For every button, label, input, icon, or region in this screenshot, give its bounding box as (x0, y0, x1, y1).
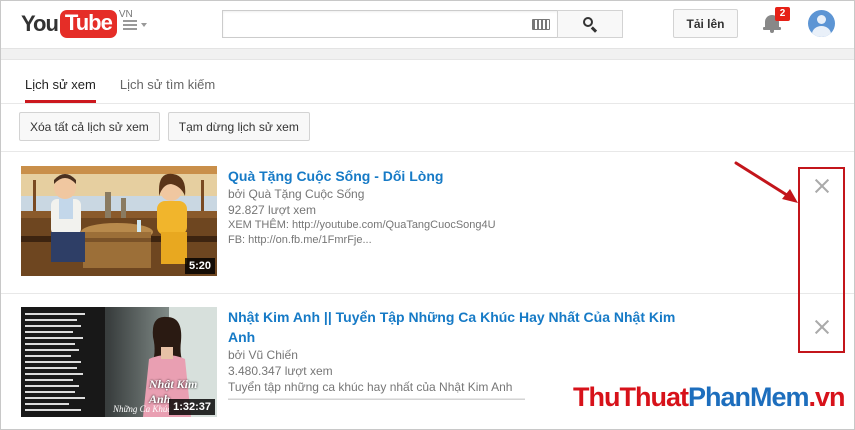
video-title[interactable]: Quà Tặng Cuộc Sống - Dối Lòng (228, 166, 698, 186)
video-duration: 5:20 (184, 258, 215, 274)
tabs-divider (1, 103, 854, 104)
history-tabs: Lịch sử xem Lịch sử tìm kiếm (25, 60, 239, 103)
video-views: 92.827 lượt xem (228, 203, 316, 217)
history-actions: Xóa tất cả lịch sử xem Tạm dừng lịch sử … (19, 112, 318, 141)
watermark-part: .vn (808, 382, 846, 412)
logo-you-text: You (21, 11, 59, 36)
video-channel[interactable]: bởi Quà Tặng Cuộc Sống (228, 186, 698, 202)
annotation-highlight-box (798, 167, 845, 353)
browser-frame: You Tube VN Tải lên 2 Lịch sử xem Lịch s… (0, 0, 855, 430)
video-channel[interactable]: bởi Vũ Chiến (228, 347, 698, 363)
video-thumbnail[interactable]: 5:20 (21, 166, 217, 276)
video-description-line: XEM THÊM: http://youtube.com/QuaTangCuoc… (228, 219, 496, 231)
search-icon (583, 17, 598, 33)
tab-watch-history[interactable]: Lịch sử xem (25, 60, 96, 103)
logo-tube-text: Tube (59, 10, 117, 38)
avatar[interactable] (808, 10, 835, 37)
guide-menu-button[interactable] (123, 16, 149, 34)
search-input[interactable] (223, 11, 523, 37)
caret-down-icon (141, 23, 147, 27)
thumbnail-subcaption: Những Ca Khúc (113, 404, 172, 414)
video-description-line: ——————————————————————————— (228, 395, 525, 405)
watermark: ThuThuatPhanMem.vn (573, 382, 846, 413)
watermark-part: PhanMem (687, 382, 810, 412)
video-meta: Quà Tặng Cuộc Sống - Dối Lòng bởi Quà Tặ… (228, 166, 698, 248)
tab-search-history[interactable]: Lịch sử tìm kiếm (120, 60, 215, 103)
video-duration: 1:32:37 (169, 399, 215, 415)
video-views: 3.480.347 lượt xem (228, 364, 333, 378)
watermark-part: ThuThuat (573, 382, 689, 412)
video-description-line: FB: http://on.fb.me/1FmrFje... (228, 234, 372, 246)
video-title[interactable]: Nhật Kim Anh || Tuyển Tập Những Ca Khúc … (228, 307, 698, 347)
video-thumbnail[interactable]: Nhật Kim Anh Những Ca Khúc 1:32:37 (21, 307, 217, 417)
notification-badge: 2 (775, 7, 790, 21)
actions-divider (1, 151, 854, 152)
hamburger-icon (123, 18, 137, 32)
clear-all-history-button[interactable]: Xóa tất cả lịch sử xem (19, 112, 160, 141)
youtube-logo[interactable]: You Tube VN (21, 9, 133, 38)
search-button[interactable] (557, 10, 623, 38)
search-box (222, 10, 558, 38)
masthead: You Tube VN Tải lên 2 (1, 1, 854, 49)
keyboard-icon[interactable] (532, 19, 550, 30)
upload-button[interactable]: Tải lên (673, 9, 738, 38)
video-divider (1, 293, 854, 294)
annotation-arrow-icon (734, 161, 798, 203)
pause-history-button[interactable]: Tạm dừng lịch sử xem (167, 112, 310, 141)
